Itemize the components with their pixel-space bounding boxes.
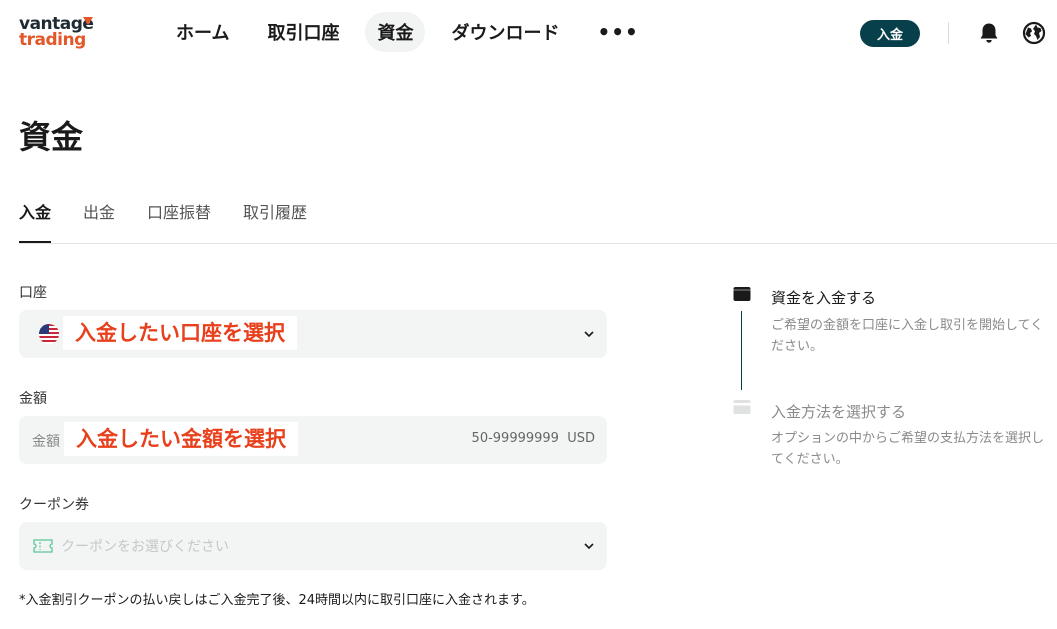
- chevron-down-icon: [584, 331, 594, 338]
- nav-funds[interactable]: 資金: [365, 12, 426, 52]
- nav-trading-accounts[interactable]: 取引口座: [255, 12, 351, 52]
- step-connector: [741, 311, 742, 390]
- amount-placeholder: 金額: [32, 434, 60, 450]
- wallet-icon: [733, 286, 751, 302]
- ticket-icon: [33, 539, 53, 553]
- tab-withdraw[interactable]: 出金: [83, 200, 115, 243]
- amount-currency: USD: [567, 431, 595, 446]
- globe-icon[interactable]: [1021, 20, 1047, 46]
- tab-transfer[interactable]: 口座振替: [147, 200, 211, 243]
- nav-more-button[interactable]: •••: [585, 12, 650, 52]
- amount-annotation: 入金したい金額を選択: [64, 422, 298, 456]
- tab-deposit[interactable]: 入金: [19, 200, 52, 243]
- bell-icon[interactable]: [976, 20, 1002, 46]
- step-2-title: 入金方法を選択する: [771, 403, 907, 421]
- card-icon: [733, 399, 751, 415]
- chevron-down-icon: [584, 543, 594, 550]
- nav-download[interactable]: ダウンロード: [439, 12, 571, 52]
- logo-line-2: trading: [19, 30, 86, 50]
- header-deposit-button[interactable]: 入金: [860, 20, 920, 47]
- tab-history[interactable]: 取引履歴: [243, 200, 307, 243]
- top-header: vantage trading ホーム 取引口座 資金 ダウンロード ••• 入…: [0, 0, 1057, 64]
- coupon-select[interactable]: クーポンをお選びください: [19, 522, 607, 570]
- account-label: 口座: [19, 285, 47, 301]
- vantage-logo[interactable]: vantage trading: [19, 15, 99, 51]
- account-annotation: 入金したい口座を選択: [63, 316, 297, 350]
- coupon-placeholder: クーポンをお選びください: [61, 539, 229, 555]
- amount-range: 50-99999999 USD: [472, 431, 595, 446]
- step-2-desc: オプションの中からご希望の支払方法を選択してください。: [771, 431, 1045, 467]
- main-nav: ホーム 取引口座 資金 ダウンロード •••: [164, 12, 665, 52]
- funds-tabs: 入金 出金 口座振替 取引履歴: [19, 200, 339, 244]
- header-divider: [948, 22, 949, 44]
- coupon-note: *入金割引クーポンの払い戻しはご入金完了後、24時間以内に取引口座に入金されます…: [19, 593, 535, 608]
- amount-range-value: 50-99999999: [471, 431, 559, 446]
- nav-home[interactable]: ホーム: [164, 12, 241, 52]
- step-1-desc: ご希望の金額を口座に入金し取引を開始してください。: [771, 318, 1044, 354]
- logo-triangle-icon: [83, 17, 93, 25]
- us-flag-icon: [39, 324, 59, 344]
- amount-label: 金額: [19, 391, 47, 407]
- page-title: 資金: [19, 118, 84, 156]
- coupon-label: クーポン券: [19, 497, 89, 513]
- step-1-title: 資金を入金する: [771, 289, 877, 307]
- tabs-divider: [19, 243, 1057, 244]
